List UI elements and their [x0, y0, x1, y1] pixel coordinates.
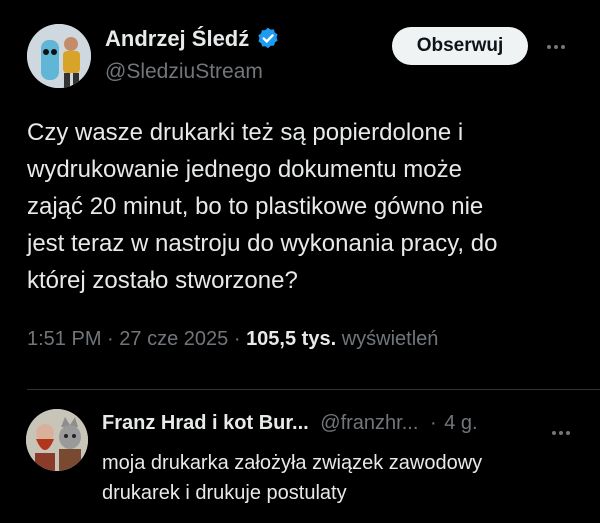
- reply-header: Franz Hrad i kot Bur... @franzhr... · 4 …: [102, 412, 478, 435]
- verified-badge-icon: [258, 27, 278, 49]
- reply-author-name[interactable]: Franz Hrad i kot Bur...: [102, 412, 309, 434]
- tweet-time[interactable]: 1:51 PM: [27, 328, 101, 350]
- tweet-meta: 1:51 PM · 27 cze 2025 · 105,5 tys. wyświ…: [27, 328, 438, 351]
- author-name-row[interactable]: Andrzej Śledź: [105, 26, 281, 52]
- tweet-date[interactable]: 27 cze 2025: [119, 328, 228, 350]
- author-avatar[interactable]: [27, 24, 91, 88]
- reply-text: moja drukarka założyła związek zawodowy …: [102, 452, 483, 504]
- reply-avatar-image: [26, 409, 88, 471]
- reply-tweet[interactable]: Franz Hrad i kot Bur... @franzhr... · 4 …: [0, 392, 600, 523]
- reply-age[interactable]: 4 g.: [444, 412, 477, 434]
- reply-separator: ·: [429, 412, 437, 434]
- meta-separator: ·: [233, 328, 241, 350]
- follow-button[interactable]: Obserwuj: [392, 27, 528, 65]
- views-label: wyświetleń: [341, 328, 439, 350]
- avatar-image: [27, 24, 91, 88]
- views-count: 105,5 tys.: [246, 328, 337, 350]
- reply-handle[interactable]: @franzhr...: [320, 412, 418, 434]
- reply-avatar[interactable]: [26, 409, 88, 471]
- author-handle[interactable]: @SledziuStream: [105, 60, 281, 84]
- main-tweet: Andrzej Śledź @SledziuStream Obserwuj Cz…: [0, 0, 600, 390]
- meta-separator: ·: [107, 328, 114, 350]
- author-block: Andrzej Śledź @SledziuStream: [105, 26, 281, 84]
- author-name[interactable]: Andrzej Śledź: [105, 26, 249, 52]
- more-options-icon[interactable]: [547, 36, 577, 52]
- divider: [27, 389, 600, 390]
- tweet-text: Czy wasze drukarki też są popierdolone i…: [27, 119, 498, 294]
- reply-more-options-icon[interactable]: [552, 422, 580, 435]
